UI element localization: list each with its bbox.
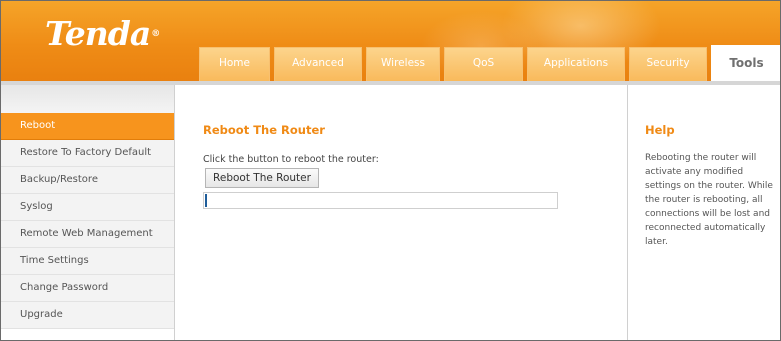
- logo-text: Tenda: [45, 14, 151, 53]
- help-title: Help: [645, 123, 675, 137]
- reboot-progress-bar: [203, 192, 558, 209]
- router-admin-window: Tenda® Home Advanced Wireless QoS Applic…: [0, 0, 781, 341]
- sidebar-header: [1, 85, 174, 113]
- reboot-button[interactable]: Reboot The Router: [205, 168, 319, 188]
- sidebar-item-change-password[interactable]: Change Password: [1, 275, 174, 302]
- main-content: Reboot The Router Click the button to re…: [175, 85, 627, 340]
- sidebar-item-upgrade[interactable]: Upgrade: [1, 302, 174, 329]
- sidebar-item-backup-restore[interactable]: Backup/Restore: [1, 167, 174, 194]
- help-text: Rebooting the router will activate any m…: [645, 153, 773, 247]
- tab-advanced[interactable]: Advanced: [274, 47, 362, 82]
- tab-wireless[interactable]: Wireless: [366, 47, 440, 82]
- tenda-logo: Tenda®: [45, 14, 160, 53]
- tab-security[interactable]: Security: [629, 47, 707, 82]
- sidebar-item-restore-factory-default[interactable]: Restore To Factory Default: [1, 140, 174, 167]
- tab-tools[interactable]: Tools: [711, 45, 780, 82]
- sidebar-item-reboot[interactable]: Reboot: [1, 113, 174, 140]
- help-panel: Help Rebooting the router will activate …: [627, 85, 780, 340]
- reboot-instruction: Click the button to reboot the router:: [203, 154, 379, 165]
- sidebar: Reboot Restore To Factory Default Backup…: [1, 85, 175, 340]
- sidebar-item-remote-web-management[interactable]: Remote Web Management: [1, 221, 174, 248]
- sidebar-item-syslog[interactable]: Syslog: [1, 194, 174, 221]
- registered-mark: ®: [151, 29, 160, 39]
- page-title: Reboot The Router: [203, 123, 325, 137]
- tab-applications[interactable]: Applications: [527, 47, 625, 82]
- progress-fill: [205, 194, 207, 207]
- sidebar-item-time-settings[interactable]: Time Settings: [1, 248, 174, 275]
- tab-qos[interactable]: QoS: [444, 47, 523, 82]
- tab-home[interactable]: Home: [199, 47, 270, 82]
- header-bar: Tenda® Home Advanced Wireless QoS Applic…: [1, 1, 780, 82]
